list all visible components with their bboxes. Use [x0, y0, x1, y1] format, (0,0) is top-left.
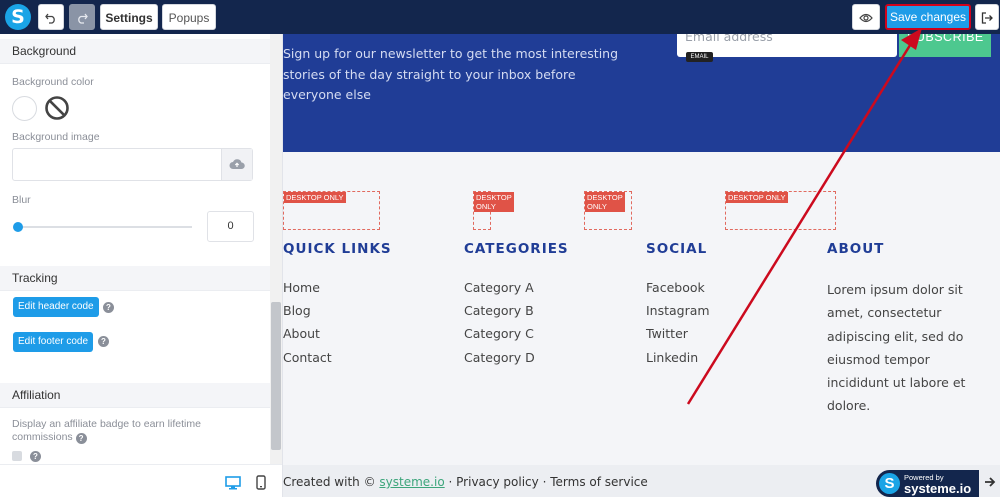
quick-links-heading: QUICK LINKS: [283, 241, 392, 257]
footer-link-facebook[interactable]: Facebook: [646, 280, 705, 295]
created-with-text: Created with ©: [283, 475, 376, 489]
help-icon[interactable]: ?: [103, 302, 114, 313]
systeme-link[interactable]: systeme.io: [379, 475, 444, 489]
footer-link-blog[interactable]: Blog: [283, 303, 311, 318]
privacy-policy-link[interactable]: Privacy policy: [456, 475, 539, 489]
save-changes-button[interactable]: Save changes: [885, 4, 971, 30]
undo-button[interactable]: [38, 4, 64, 30]
top-toolbar: S Settings Popups Save changes: [0, 0, 1000, 34]
preview-button[interactable]: [852, 4, 880, 30]
settings-panel: Background Background color Background i…: [0, 34, 283, 497]
footer-link-instagram[interactable]: Instagram: [646, 303, 710, 318]
edit-header-code-button[interactable]: Edit header code: [13, 297, 99, 317]
exit-button[interactable]: [975, 4, 999, 30]
blur-slider-track[interactable]: [18, 226, 192, 228]
panel-scrollbar-thumb[interactable]: [271, 302, 281, 450]
systeme-logo: S: [5, 4, 31, 30]
upload-button[interactable]: [221, 149, 252, 180]
no-color-icon[interactable]: [44, 95, 70, 121]
footer-link-contact[interactable]: Contact: [283, 350, 332, 365]
footer-link-twitter[interactable]: Twitter: [646, 326, 688, 341]
separator: ·: [542, 475, 547, 489]
background-color-label: Background color: [12, 76, 94, 88]
systeme-badge-logo: S: [879, 473, 900, 494]
help-icon[interactable]: ?: [75, 433, 87, 444]
tracking-section-title: Tracking: [0, 266, 270, 291]
footer-link-category-a[interactable]: Category A: [464, 280, 534, 295]
affiliation-description: Display an affiliate badge to earn lifet…: [12, 418, 201, 444]
arrow-right-icon[interactable]: [983, 474, 997, 490]
eye-icon: [859, 13, 873, 23]
help-icon[interactable]: ?: [98, 336, 109, 347]
background-image-field[interactable]: [12, 148, 253, 181]
edit-footer-code-button[interactable]: Edit footer code: [13, 332, 94, 352]
popups-tab[interactable]: Popups: [162, 4, 216, 30]
footer-link-category-c[interactable]: Category C: [464, 326, 534, 341]
footer-link-home[interactable]: Home: [283, 280, 320, 295]
background-section-title: Background: [0, 39, 270, 64]
footer-link-category-d[interactable]: Category D: [464, 350, 535, 365]
blur-slider-handle[interactable]: [13, 222, 23, 232]
desktop-only-badge: DESKTOP ONLY: [584, 191, 632, 230]
blur-value-input[interactable]: 0: [207, 211, 254, 242]
device-switcher: [0, 464, 282, 497]
logout-icon: [981, 12, 993, 24]
email-field-tag: EMAIL: [686, 52, 713, 62]
mobile-icon[interactable]: [256, 475, 266, 490]
desktop-only-badge: DESKTOP ONLY: [473, 191, 514, 230]
footer-link-linkedin[interactable]: Linkedin: [646, 350, 698, 365]
affiliation-section-title: Affiliation: [0, 383, 270, 408]
social-heading: SOCIAL: [646, 241, 708, 257]
editor-root: S Settings Popups Save changes Backgroun…: [0, 0, 1000, 497]
newsletter-text: Sign up for our newsletter to get the mo…: [283, 46, 619, 102]
separator: ·: [448, 475, 453, 489]
footer-text: Created with © systeme.io · Privacy poli…: [283, 475, 648, 489]
help-icon[interactable]: ?: [30, 451, 41, 462]
powered-by-brand: systeme.io: [904, 481, 972, 496]
affiliate-badge-checkbox[interactable]: [12, 451, 22, 461]
redo-button[interactable]: [69, 4, 95, 30]
cloud-upload-icon: [229, 159, 245, 169]
footer-link-about[interactable]: About: [283, 326, 320, 341]
categories-heading: CATEGORIES: [464, 241, 569, 257]
about-text: Lorem ipsum dolor sit amet, consectetur …: [827, 282, 966, 414]
subscribe-button[interactable]: SUBSCRIBE: [899, 34, 991, 57]
newsletter-section: Sign up for our newsletter to get the mo…: [283, 34, 1000, 152]
background-color-swatch[interactable]: [12, 96, 37, 121]
about-heading: ABOUT: [827, 241, 885, 257]
email-placeholder: Email address: [685, 34, 773, 44]
undo-icon: [45, 13, 55, 24]
page-canvas: Sign up for our newsletter to get the mo…: [283, 34, 1000, 497]
desktop-icon[interactable]: [225, 476, 241, 490]
powered-by-badge[interactable]: S Powered by systeme.io: [876, 470, 979, 497]
terms-of-service-link[interactable]: Terms of service: [550, 475, 648, 489]
desktop-only-badge: DESKTOP ONLY: [725, 191, 836, 230]
settings-tab[interactable]: Settings: [100, 4, 158, 30]
redo-icon: [78, 13, 88, 24]
desktop-only-badge: DESKTOP ONLY: [283, 191, 380, 230]
footer-link-category-b[interactable]: Category B: [464, 303, 534, 318]
background-image-label: Background image: [12, 131, 100, 143]
blur-label: Blur: [12, 194, 31, 206]
